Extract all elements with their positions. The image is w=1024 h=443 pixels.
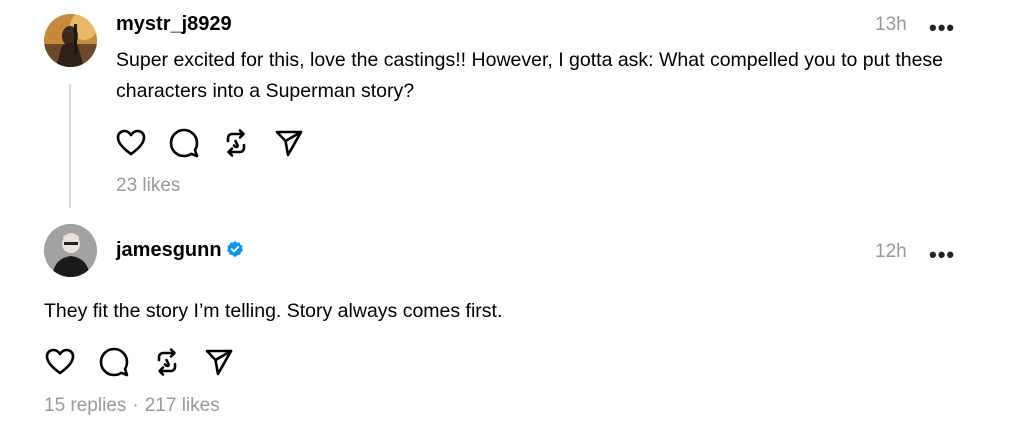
- replies-count[interactable]: 15 replies: [44, 395, 126, 416]
- heart-icon[interactable]: [43, 345, 77, 379]
- thread-line: [69, 84, 71, 208]
- post-stats: 15 replies · 217 likes: [44, 395, 220, 417]
- repost-icon[interactable]: [150, 345, 184, 379]
- comment-icon[interactable]: [97, 345, 131, 379]
- username[interactable]: mystr_j8929: [116, 13, 232, 36]
- heart-icon[interactable]: [114, 126, 148, 160]
- more-options-icon[interactable]: •••: [929, 17, 955, 39]
- avatar[interactable]: [44, 14, 97, 67]
- post-text: They fit the story I’m telling. Story al…: [44, 300, 503, 322]
- repost-icon[interactable]: [219, 126, 253, 160]
- separator: ·: [132, 395, 139, 416]
- avatar[interactable]: [44, 224, 97, 277]
- verified-badge-icon: [226, 240, 243, 257]
- post-text: Super excited for this, love the casting…: [116, 49, 944, 102]
- share-icon[interactable]: [272, 126, 306, 160]
- likes-count[interactable]: 23 likes: [116, 175, 180, 197]
- share-icon[interactable]: [202, 345, 236, 379]
- more-options-icon[interactable]: •••: [929, 244, 955, 266]
- comment-icon[interactable]: [167, 126, 201, 160]
- timestamp[interactable]: 12h: [875, 241, 907, 263]
- timestamp[interactable]: 13h: [875, 14, 907, 36]
- username-text[interactable]: jamesgunn: [116, 239, 222, 261]
- username[interactable]: jamesgunn: [116, 239, 244, 262]
- likes-count[interactable]: 217 likes: [145, 395, 220, 416]
